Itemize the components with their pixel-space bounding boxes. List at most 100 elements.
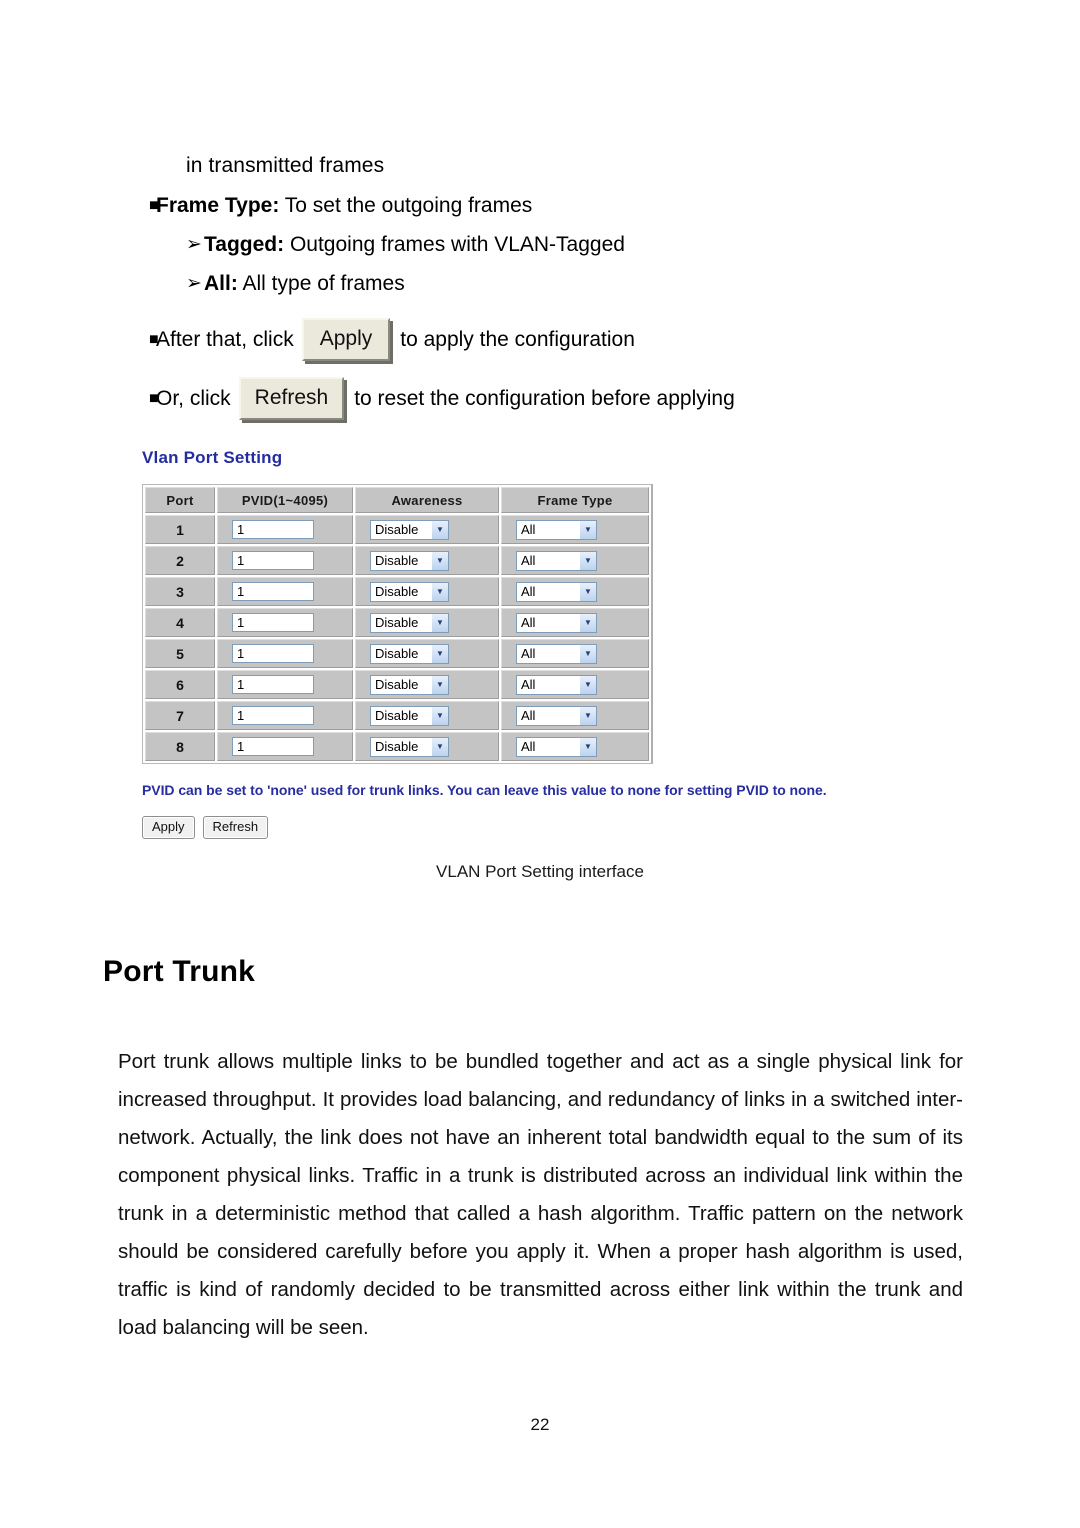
bullet-frame-type: ■ Frame Type: To set the outgoing frames [118, 188, 978, 224]
awareness-cell: Disable ▼ [355, 515, 499, 544]
chevron-down-icon: ▼ [431, 582, 448, 601]
port-number: 1 [145, 515, 215, 544]
pvid-input[interactable]: 1 [232, 706, 314, 725]
chevron-down-icon: ▼ [579, 520, 596, 539]
awareness-select[interactable]: Disable ▼ [370, 581, 449, 602]
frame-type-select-value: All [521, 738, 536, 754]
awareness-select[interactable]: Disable ▼ [370, 550, 449, 571]
port-number: 2 [145, 546, 215, 575]
chevron-down-icon: ▼ [579, 737, 596, 756]
column-header-pvid: PVID(1~4095) [217, 487, 353, 513]
apply-instruction-line: ■ After that, click Apply to apply the c… [118, 318, 978, 361]
frame-type-cell: All ▼ [501, 546, 649, 575]
awareness-cell: Disable ▼ [355, 639, 499, 668]
pvid-input[interactable]: 1 [232, 675, 314, 694]
frame-type-select-value: All [521, 614, 536, 630]
chevron-down-icon: ▼ [431, 520, 448, 539]
frame-type-select[interactable]: All ▼ [516, 736, 597, 757]
awareness-select-value: Disable [375, 521, 419, 537]
vlan-form-buttons: Apply Refresh [142, 816, 972, 840]
chevron-down-icon: ▼ [431, 706, 448, 725]
apply-button-illustration[interactable]: Apply [301, 318, 391, 361]
port-number: 6 [145, 670, 215, 699]
figure-caption: VLAN Port Setting interface [436, 862, 644, 881]
bullet-frame-type-term: Frame Type: [156, 194, 280, 217]
pvid-cell: 1 [217, 515, 353, 544]
sub-bullet-all-desc: All type of frames [237, 272, 405, 295]
awareness-select[interactable]: Disable ▼ [370, 674, 449, 695]
awareness-select[interactable]: Disable ▼ [370, 612, 449, 633]
frame-type-select[interactable]: All ▼ [516, 581, 597, 602]
arrow-bullet-icon: ➢ [186, 273, 202, 294]
apply-button[interactable]: Apply [142, 816, 195, 840]
body-paragraph: Port trunk allows multiple links to be b… [118, 1050, 963, 1339]
arrow-bullet-icon: ➢ [186, 234, 202, 255]
bullet-frame-type-text: Frame Type: To set the outgoing frames [156, 188, 978, 224]
refresh-instruction-line: ■ Or, click Refresh to reset the configu… [118, 377, 978, 420]
pvid-cell: 1 [217, 701, 353, 730]
port-number: 4 [145, 608, 215, 637]
frame-type-cell: All ▼ [501, 608, 649, 637]
frame-type-select[interactable]: All ▼ [516, 612, 597, 633]
port-number: 8 [145, 732, 215, 761]
awareness-cell: Disable ▼ [355, 608, 499, 637]
chevron-down-icon: ▼ [579, 675, 596, 694]
pvid-input[interactable]: 1 [232, 551, 314, 570]
page-title: Port Trunk [103, 955, 256, 988]
column-header-port: Port [145, 487, 215, 513]
vlan-port-setting-screenshot: Vlan Port Setting Port PVID(1~4095) Awar… [142, 448, 972, 840]
chevron-down-icon: ▼ [579, 551, 596, 570]
pvid-input[interactable]: 1 [232, 644, 314, 663]
awareness-select[interactable]: Disable ▼ [370, 736, 449, 757]
pvid-note-text: PVID can be set to 'none' used for trunk… [142, 782, 827, 798]
frame-type-select[interactable]: All ▼ [516, 643, 597, 664]
frame-type-select[interactable]: All ▼ [516, 519, 597, 540]
pvid-input[interactable]: 1 [232, 520, 314, 539]
continued-text-line: in transmitted frames [186, 154, 385, 177]
instruction-block: in transmitted frames ■ Frame Type: To s… [118, 148, 978, 420]
refresh-button-illustration[interactable]: Refresh [238, 377, 345, 420]
pvid-input[interactable]: 1 [232, 613, 314, 632]
frame-type-cell: All ▼ [501, 515, 649, 544]
pvid-input[interactable]: 1 [232, 582, 314, 601]
refresh-button[interactable]: Refresh [202, 816, 269, 840]
frame-type-select-value: All [521, 645, 536, 661]
document-page: in transmitted frames ■ Frame Type: To s… [0, 0, 1080, 1528]
page-number: 22 [530, 1415, 550, 1434]
awareness-select-value: Disable [375, 552, 419, 568]
frame-type-cell: All ▼ [501, 639, 649, 668]
awareness-cell: Disable ▼ [355, 577, 499, 606]
frame-type-select[interactable]: All ▼ [516, 550, 597, 571]
chevron-down-icon: ▼ [579, 582, 596, 601]
pvid-cell: 1 [217, 546, 353, 575]
port-number: 7 [145, 701, 215, 730]
table-row: 6 1 Disable ▼ All ▼ [145, 670, 649, 699]
frame-type-cell: All ▼ [501, 577, 649, 606]
table-header-row: Port PVID(1~4095) Awareness Frame Type [145, 487, 649, 513]
awareness-select[interactable]: Disable ▼ [370, 519, 449, 540]
vlan-port-setting-title: Vlan Port Setting [142, 448, 283, 467]
frame-type-select-value: All [521, 676, 536, 692]
sub-bullet-tagged-desc: Outgoing frames with VLAN-Tagged [284, 233, 625, 256]
sub-bullet-tagged-text: Tagged: Outgoing frames with VLAN-Tagged [204, 227, 625, 263]
frame-type-select[interactable]: All ▼ [516, 674, 597, 695]
frame-type-select[interactable]: All ▼ [516, 705, 597, 726]
awareness-select[interactable]: Disable ▼ [370, 643, 449, 664]
sub-bullet-all: ➢ All: All type of frames [118, 266, 978, 302]
pvid-cell: 1 [217, 732, 353, 761]
table-row: 4 1 Disable ▼ All ▼ [145, 608, 649, 637]
apply-instruction-before: After that, click [156, 327, 294, 351]
pvid-input[interactable]: 1 [232, 737, 314, 756]
port-number: 5 [145, 639, 215, 668]
square-bullet-icon: ■ [149, 330, 159, 348]
frame-type-cell: All ▼ [501, 670, 649, 699]
awareness-select[interactable]: Disable ▼ [370, 705, 449, 726]
refresh-instruction-before: Or, click [156, 386, 231, 410]
column-header-frame-type: Frame Type [501, 487, 649, 513]
frame-type-cell: All ▼ [501, 732, 649, 761]
frame-type-select-value: All [521, 521, 536, 537]
awareness-select-value: Disable [375, 614, 419, 630]
square-bullet-icon: ■ [149, 197, 159, 214]
awareness-cell: Disable ▼ [355, 732, 499, 761]
table-row: 2 1 Disable ▼ All ▼ [145, 546, 649, 575]
